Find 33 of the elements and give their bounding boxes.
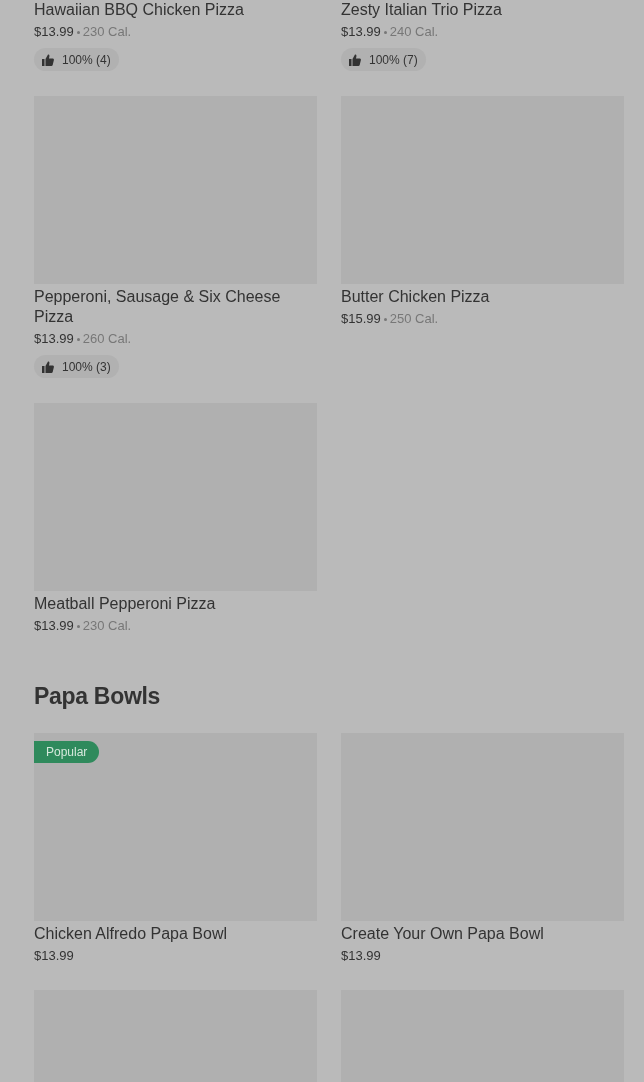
thumbs-up-icon (42, 360, 54, 373)
item-name[interactable]: Butter Chicken Pizza (341, 287, 490, 307)
item-price: $13.99 (34, 23, 74, 41)
separator-dot (383, 30, 387, 34)
item-calories: 230 Cal. (82, 617, 132, 635)
item-price: $15.99 (341, 310, 381, 328)
item-name[interactable]: Chicken Alfredo Papa Bowl (34, 924, 227, 944)
item-calories: 250 Cal. (389, 310, 439, 328)
thumbs-up-icon (349, 53, 361, 66)
item-name[interactable]: Create Your Own Papa Bowl (341, 924, 544, 944)
section-heading: Papa Bowls (34, 682, 162, 711)
image-placeholder[interactable]: Popular (34, 733, 317, 921)
item-calories: 230 Cal. (82, 23, 132, 41)
separator-dot (383, 317, 387, 321)
item-name[interactable]: Pepperoni, Sausage & Six Cheese Pizza (34, 287, 317, 327)
popular-badge: Popular (34, 741, 100, 763)
rating-text: 100% (3) (62, 359, 111, 374)
item-calories: 240 Cal. (389, 23, 439, 41)
thumbs-up-icon (42, 53, 54, 66)
item-price: $13.99 (34, 330, 74, 348)
separator-dot (76, 624, 80, 628)
item-calories: 260 Cal. (82, 330, 132, 348)
item-name[interactable]: Zesty Italian Trio Pizza (341, 0, 502, 20)
separator-dot (76, 30, 80, 34)
separator-dot (76, 337, 80, 341)
rating-text: 100% (4) (62, 52, 111, 67)
rating-text: 100% (7) (369, 52, 418, 67)
item-price: $13.99 (341, 23, 381, 41)
item-name[interactable]: Hawaiian BBQ Chicken Pizza (34, 0, 244, 20)
item-name[interactable]: Meatball Pepperoni Pizza (34, 594, 216, 614)
item-price: $13.99 (34, 947, 74, 965)
item-price: $13.99 (34, 617, 74, 635)
item-price: $13.99 (341, 947, 381, 965)
